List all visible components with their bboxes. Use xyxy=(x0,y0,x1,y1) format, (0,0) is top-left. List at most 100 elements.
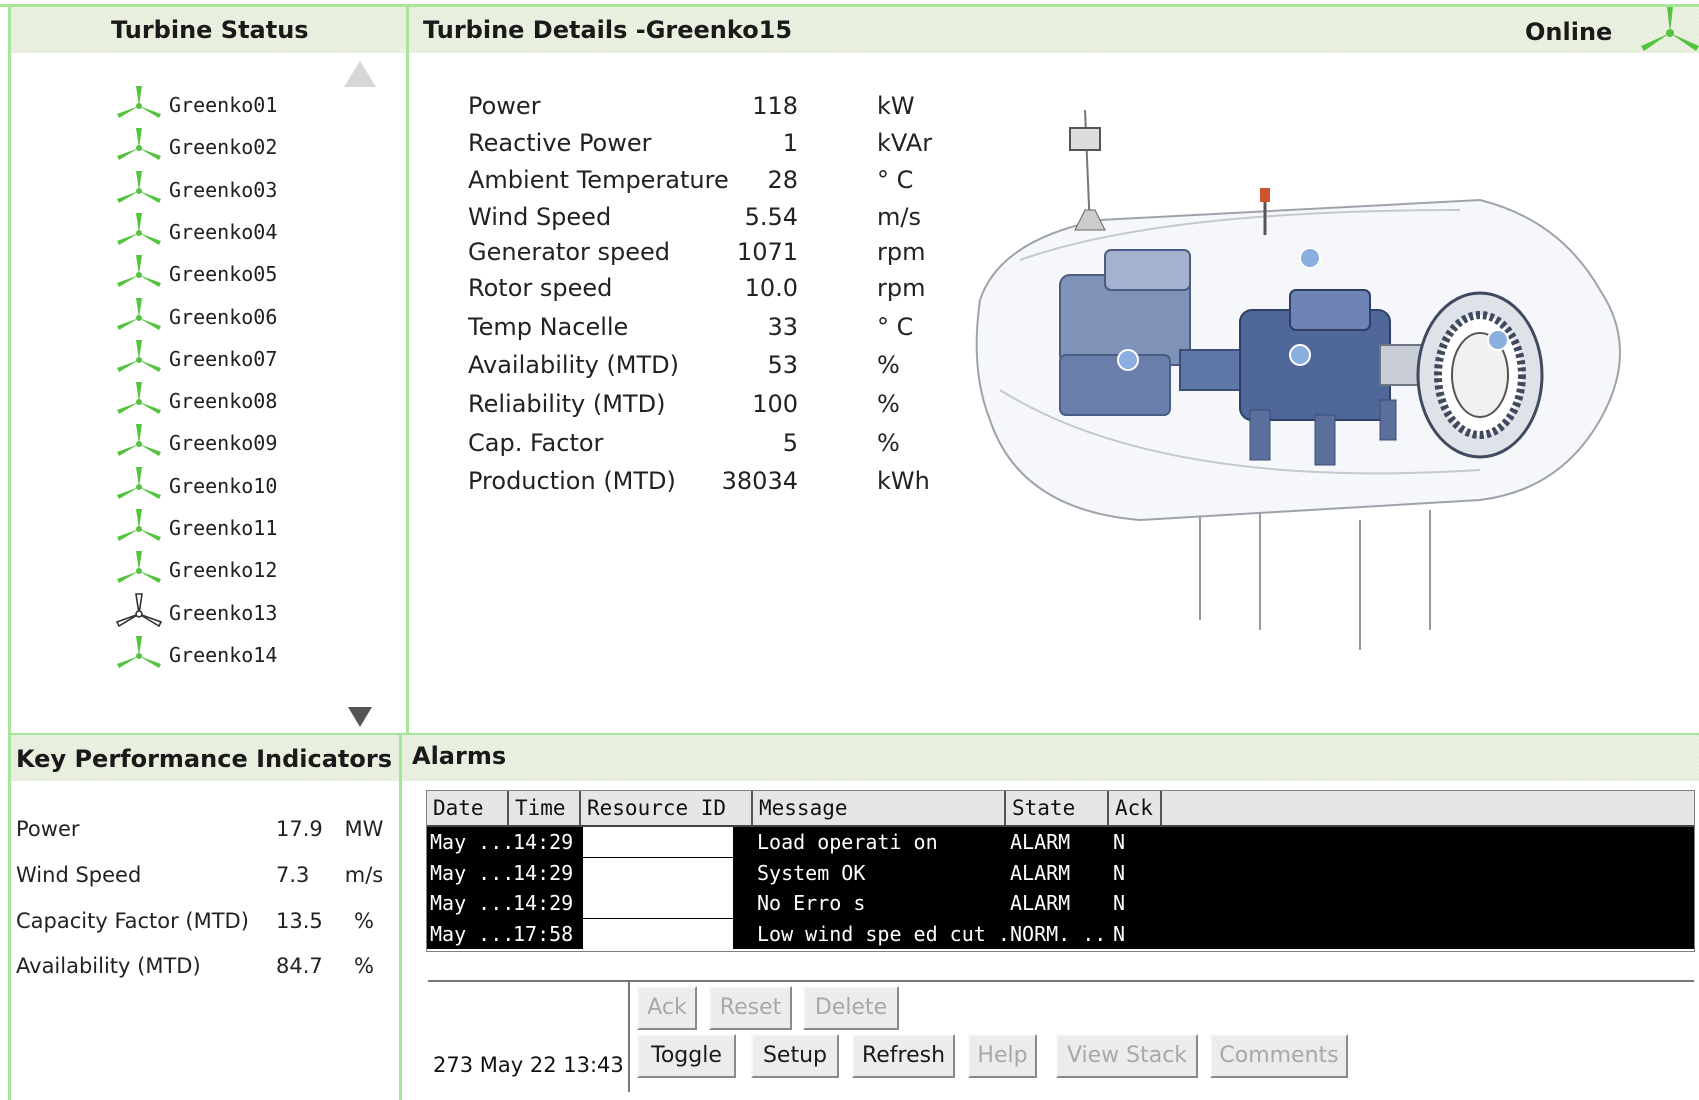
kpi-value: 7.3 xyxy=(276,863,310,887)
turbine-item[interactable]: Greenko12 xyxy=(115,549,375,589)
comments-button[interactable]: Comments xyxy=(1210,1034,1348,1078)
kpi-row: Availability (MTD) 84.7% xyxy=(16,954,386,986)
turbine-item[interactable]: Greenko14 xyxy=(115,634,375,674)
alarm-resource-id xyxy=(583,918,733,949)
column-header-time[interactable]: Time xyxy=(509,791,581,825)
column-header-date[interactable]: Date xyxy=(427,791,509,825)
turbine-online-icon xyxy=(117,551,161,583)
alarm-time: 14:29 xyxy=(513,891,574,915)
detail-row: Power 118 kW xyxy=(468,92,978,128)
kpi-value: 17.9 xyxy=(276,817,323,841)
turbine-name: Greenko10 xyxy=(169,474,278,498)
detail-unit: % xyxy=(877,429,900,457)
refresh-button[interactable]: Refresh xyxy=(852,1034,955,1078)
turbine-name: Greenko01 xyxy=(169,93,278,117)
alarm-row[interactable]: May ... 17:58 Low wind spe ed cut ... NORM.… xyxy=(427,918,1694,949)
kpi-unit: MW xyxy=(344,817,384,841)
turbine-details-header: Turbine Details -Greenko15 Online xyxy=(409,7,1699,53)
ack-button[interactable]: Ack xyxy=(637,986,697,1030)
detail-unit: kVAr xyxy=(877,129,933,157)
detail-label: Availability (MTD) xyxy=(468,351,680,379)
alarm-resource-id xyxy=(583,857,733,888)
turbine-status-title: Turbine Status xyxy=(111,16,309,44)
view-stack-button[interactable]: View Stack xyxy=(1056,1034,1198,1078)
alarm-date: May ... xyxy=(430,830,510,854)
detail-unit: ° C xyxy=(877,313,914,341)
detail-unit: kWh xyxy=(877,467,930,495)
kpi-value: 13.5 xyxy=(276,909,323,933)
turbine-item[interactable]: Greenko01 xyxy=(115,84,375,124)
turbine-name: Greenko11 xyxy=(169,516,278,540)
delete-button[interactable]: Delete xyxy=(803,986,899,1030)
alarm-count-timestamp: 273 May 22 13:43 xyxy=(433,1053,624,1077)
column-header-resource-id[interactable]: Resource ID xyxy=(581,791,753,825)
detail-value: 28 xyxy=(767,166,798,194)
detail-row: Production (MTD) 38034 kWh xyxy=(468,467,978,503)
turbine-online-icon xyxy=(117,467,161,499)
alarm-message: Low wind spe ed cut ... xyxy=(757,921,1007,946)
turbine-name: Greenko14 xyxy=(169,643,278,667)
turbine-item[interactable]: Greenko02 xyxy=(115,126,375,166)
turbine-name: Greenko08 xyxy=(169,389,278,413)
detail-value: 33 xyxy=(767,313,798,341)
turbine-name: Greenko03 xyxy=(169,178,278,202)
alarm-row[interactable]: May ... 14:29 No Erro s ALARM N xyxy=(427,888,1694,918)
detail-label: Power xyxy=(468,92,541,120)
alarm-resource-id xyxy=(583,827,733,857)
turbine-name: Greenko12 xyxy=(169,558,278,582)
alarm-ack: N xyxy=(1113,921,1126,946)
turbine-item[interactable]: Greenko13 xyxy=(115,592,375,632)
detail-value: 10.0 xyxy=(744,274,798,302)
turbine-online-icon xyxy=(1641,7,1699,51)
setup-button[interactable]: Setup xyxy=(751,1034,839,1078)
turbine-item[interactable]: Greenko08 xyxy=(115,380,375,420)
alarm-resource-id xyxy=(583,888,733,918)
turbine-item[interactable]: Greenko05 xyxy=(115,253,375,293)
alarms-title: Alarms xyxy=(412,742,507,770)
turbine-online-icon xyxy=(117,424,161,456)
detail-label: Reactive Power xyxy=(468,129,652,157)
column-header-state[interactable]: State xyxy=(1006,791,1109,825)
kpi-row: Wind Speed 7.3 m/s xyxy=(16,863,386,895)
turbine-offline-icon xyxy=(115,593,163,628)
column-header-ack[interactable]: Ack xyxy=(1109,791,1162,825)
help-button[interactable]: Help xyxy=(968,1034,1037,1078)
kpi-unit: % xyxy=(354,909,374,933)
reset-button[interactable]: Reset xyxy=(709,986,792,1030)
turbine-name: Greenko04 xyxy=(169,220,278,244)
detail-value: 53 xyxy=(767,351,798,379)
alarm-state: ALARM xyxy=(1010,860,1071,885)
alarms-table[interactable]: Date Time Resource ID Message State Ack … xyxy=(426,790,1695,952)
turbine-item[interactable]: Greenko07 xyxy=(115,338,375,378)
detail-row: Temp Nacelle 33 ° C xyxy=(468,313,978,349)
turbine-item[interactable]: Greenko03 xyxy=(115,169,375,209)
alarm-ack: N xyxy=(1113,891,1126,915)
turbine-item[interactable]: Greenko09 xyxy=(115,422,375,462)
detail-row: Generator speed 1071 rpm xyxy=(468,238,978,274)
turbine-online-icon xyxy=(117,86,161,118)
scroll-down-arrow-icon[interactable] xyxy=(348,707,372,727)
turbine-name: Greenko09 xyxy=(169,431,278,455)
online-status-label: Online xyxy=(1525,18,1613,46)
detail-value: 1071 xyxy=(736,238,798,266)
kpi-header: Key Performance Indicators xyxy=(11,735,399,781)
turbine-online-icon xyxy=(117,509,161,541)
detail-label: Reliability (MTD) xyxy=(468,390,666,418)
turbine-online-icon xyxy=(117,255,161,287)
detail-label: Rotor speed xyxy=(468,274,613,302)
detail-label: Generator speed xyxy=(468,238,671,266)
detail-row: Cap. Factor 5% xyxy=(468,429,978,465)
detail-row: Wind Speed 5.54 m/s xyxy=(468,203,978,239)
turbine-item[interactable]: Greenko06 xyxy=(115,296,375,336)
turbine-item[interactable]: Greenko04 xyxy=(115,211,375,251)
turbine-online-icon xyxy=(117,298,161,330)
turbine-item[interactable]: Greenko11 xyxy=(115,507,375,547)
turbine-name: Greenko07 xyxy=(169,347,278,371)
turbine-item[interactable]: Greenko10 xyxy=(115,465,375,505)
turbine-status-header: Turbine Status xyxy=(11,7,406,53)
alarm-row[interactable]: May ... 14:29 System OK ALARM N xyxy=(427,857,1694,888)
detail-unit: % xyxy=(877,351,900,379)
toggle-button[interactable]: Toggle xyxy=(637,1034,736,1078)
column-header-message[interactable]: Message xyxy=(753,791,1006,825)
alarm-row[interactable]: May ... 14:29 Load operati on ALARM N xyxy=(427,827,1694,857)
